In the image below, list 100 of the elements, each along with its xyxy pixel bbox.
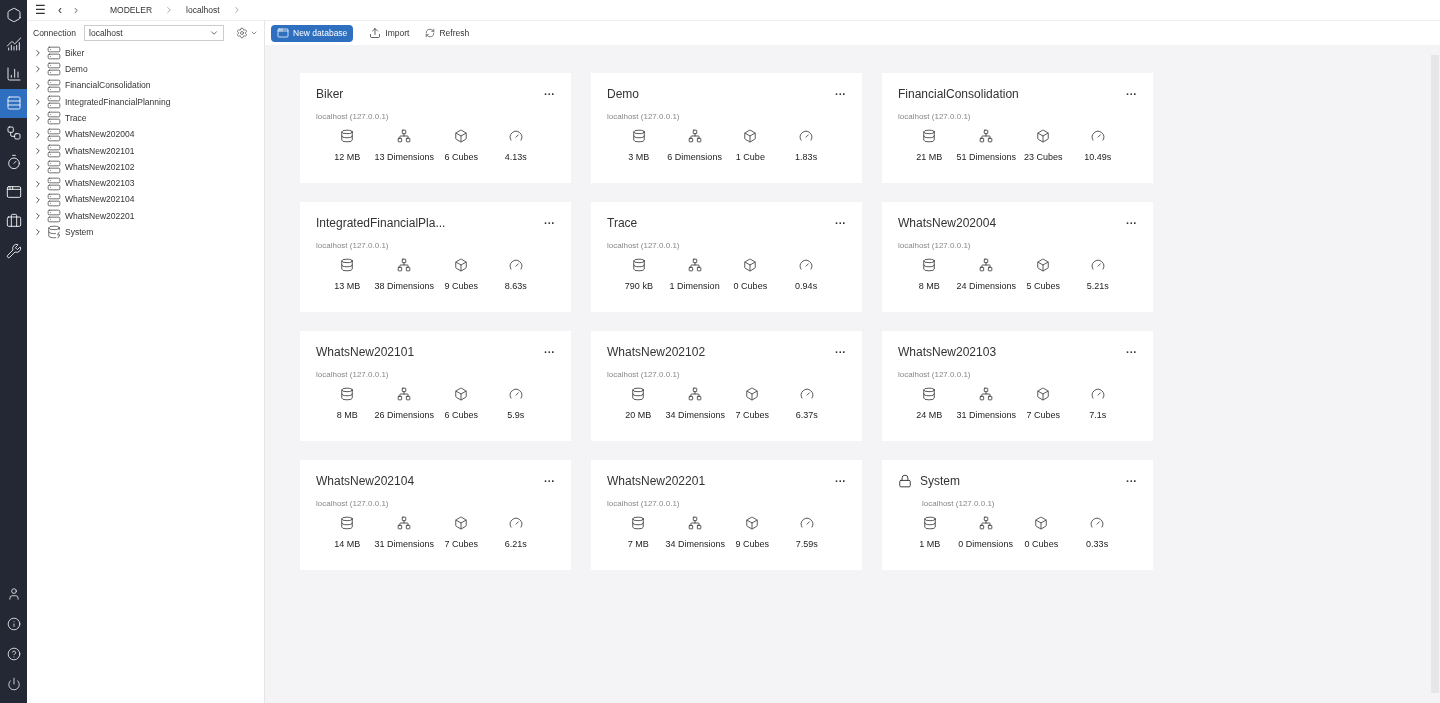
cube-icon: [1036, 387, 1051, 401]
dimensions-icon: [979, 129, 994, 143]
expand-icon[interactable]: [33, 129, 43, 140]
more-button[interactable]: ···: [1126, 346, 1137, 358]
cube-icon: [454, 129, 469, 143]
database-card[interactable]: FinancialConsolidation ··· localhost (127.0.0.1) 21 MB 51 Dimensions 23 Cubes 10.49s: [882, 73, 1153, 183]
upload-icon: [369, 27, 382, 39]
more-button[interactable]: ···: [1126, 88, 1137, 100]
stat-text: 23 Cubes: [1024, 151, 1063, 164]
database-card[interactable]: Trace ··· localhost (127.0.0.1) 790 kB 1 Dimension 0 Cubes 0.94s: [591, 202, 862, 312]
more-button[interactable]: ···: [835, 346, 846, 358]
stat-text: 8.63s: [504, 280, 527, 293]
expand-icon[interactable]: [33, 97, 43, 108]
chevron-down-icon: [209, 28, 219, 38]
expand-icon[interactable]: [33, 48, 43, 59]
database-card[interactable]: WhatsNew202201 ··· localhost (127.0.0.1) 7 MB 34 Dimensions 9 Cubes 7.59s: [591, 460, 862, 570]
card-title: System: [920, 473, 960, 490]
more-button[interactable]: ···: [835, 475, 846, 487]
expand-icon[interactable]: [33, 162, 43, 173]
host-text: localhost (127.0.0.1): [607, 498, 681, 510]
host-text: localhost (127.0.0.1): [921, 498, 996, 510]
gauge-icon: [1090, 129, 1105, 143]
database-card[interactable]: System ··· localhost (127.0.0.1) 1 MB 0 Dimensions 0 Cubes 0.33s: [882, 460, 1153, 570]
expand-icon[interactable]: [33, 211, 43, 222]
stat-text: 6.21s: [504, 538, 527, 551]
more-button[interactable]: ···: [544, 217, 555, 229]
connection-select[interactable]: localhost: [84, 25, 224, 41]
breadcrumb-link[interactable]: MODELER: [110, 3, 153, 17]
more-button[interactable]: ···: [544, 346, 555, 358]
tree-item[interactable]: FinancialConsolidation: [27, 77, 264, 94]
database-card[interactable]: Demo ··· localhost (127.0.0.1) 3 MB 6 Dimensions 1 Cube 1.83s: [591, 73, 862, 183]
tree-item[interactable]: WhatsNew202103: [27, 175, 264, 192]
settings-button[interactable]: [236, 27, 258, 39]
database-card[interactable]: WhatsNew202101 ··· localhost (127.0.0.1) 8 MB 26 Dimensions 6 Cubes 5.9s: [300, 331, 571, 441]
new-database-button[interactable]: New database: [271, 24, 354, 42]
stat-text: 14 MB: [334, 538, 361, 551]
tree-item[interactable]: WhatsNew202201: [27, 207, 264, 225]
cube-icon: [454, 387, 469, 401]
stat-text: 1 MB: [919, 538, 941, 551]
database-icon[interactable]: [0, 88, 27, 118]
tree-item[interactable]: IntegratedFinancialPlanning: [27, 93, 264, 111]
host-text: localhost (127.0.0.1): [607, 369, 681, 381]
card-title: WhatsNew202004: [898, 215, 997, 232]
database-card[interactable]: Biker ··· localhost (127.0.0.1) 12 MB 13 Dimensions 6 Cubes 4.13s: [300, 73, 571, 183]
more-button[interactable]: ···: [835, 217, 846, 229]
gauge-icon: [508, 516, 523, 530]
dimensions-icon: [397, 258, 412, 272]
stat-text: 6 Dimensions: [667, 151, 722, 164]
card-title: WhatsNew202102: [607, 344, 706, 361]
database-icon: [47, 46, 61, 61]
more-button[interactable]: ···: [835, 88, 846, 100]
expand-icon[interactable]: [33, 145, 43, 156]
cube-icon: [743, 129, 758, 143]
tree-item[interactable]: Trace: [27, 110, 264, 127]
database-icon: [47, 127, 61, 142]
gauge-icon: [799, 129, 814, 143]
tree-item[interactable]: Demo: [27, 61, 264, 78]
breadcrumb-link[interactable]: localhost: [186, 3, 220, 17]
card-title: Biker: [316, 86, 344, 103]
refresh-button[interactable]: Refresh: [425, 26, 470, 40]
tree-item[interactable]: WhatsNew202102: [27, 159, 264, 176]
stat-text: 8 MB: [336, 409, 358, 422]
dimensions-icon: [687, 258, 702, 272]
expand-icon[interactable]: [33, 178, 43, 189]
forward-button[interactable]: ›: [74, 4, 78, 16]
cube-icon: [1036, 129, 1051, 143]
gear-icon: [236, 27, 248, 39]
database-card[interactable]: IntegratedFinancialPla... ··· localhost (127.0.0.1) 13 MB 38 Dimensions 9 Cubes 8.63s: [300, 202, 571, 312]
host-text: localhost (127.0.0.1): [316, 369, 390, 381]
stat-text: 34 Dimensions: [665, 409, 725, 422]
database-icon: [47, 192, 61, 207]
database-icon: [922, 387, 937, 401]
more-button[interactable]: ···: [1126, 475, 1137, 487]
more-button[interactable]: ···: [544, 88, 555, 100]
host-text: localhost (127.0.0.1): [316, 111, 390, 123]
stat-text: 7 MB: [627, 538, 649, 551]
tree-item[interactable]: System: [27, 224, 264, 241]
back-button[interactable]: ‹: [58, 4, 62, 16]
database-card[interactable]: WhatsNew202103 ··· localhost (127.0.0.1) 24 MB 31 Dimensions 7 Cubes 7.1s: [882, 331, 1153, 441]
tree-item[interactable]: Biker: [27, 45, 264, 62]
tree-item[interactable]: WhatsNew202004: [27, 126, 264, 143]
more-button[interactable]: ···: [544, 475, 555, 487]
expand-icon[interactable]: [33, 64, 43, 75]
stat-text: 24 MB: [916, 409, 943, 422]
tree-item[interactable]: WhatsNew202104: [27, 191, 264, 208]
expand-icon[interactable]: [33, 113, 43, 124]
database-card[interactable]: WhatsNew202104 ··· localhost (127.0.0.1) 14 MB 31 Dimensions 7 Cubes 6.21s: [300, 460, 571, 570]
import-button[interactable]: Import: [369, 26, 410, 40]
database-card[interactable]: WhatsNew202004 ··· localhost (127.0.0.1) 8 MB 24 Dimensions 5 Cubes 5.21s: [882, 202, 1153, 312]
more-button[interactable]: ···: [1126, 217, 1137, 229]
database-icon: [340, 387, 355, 401]
database-card[interactable]: WhatsNew202102 ··· localhost (127.0.0.1) 20 MB 34 Dimensions 7 Cubes 6.37s: [591, 331, 862, 441]
host-text: localhost (127.0.0.1): [316, 498, 390, 510]
stat-text: 31 Dimensions: [956, 409, 1016, 422]
expand-icon[interactable]: [33, 227, 43, 238]
menu-button[interactable]: ☰: [35, 4, 46, 16]
expand-icon[interactable]: [33, 194, 43, 205]
tree-item[interactable]: WhatsNew202101: [27, 142, 264, 160]
stat-text: 5.21s: [1086, 280, 1109, 293]
expand-icon[interactable]: [33, 80, 43, 91]
